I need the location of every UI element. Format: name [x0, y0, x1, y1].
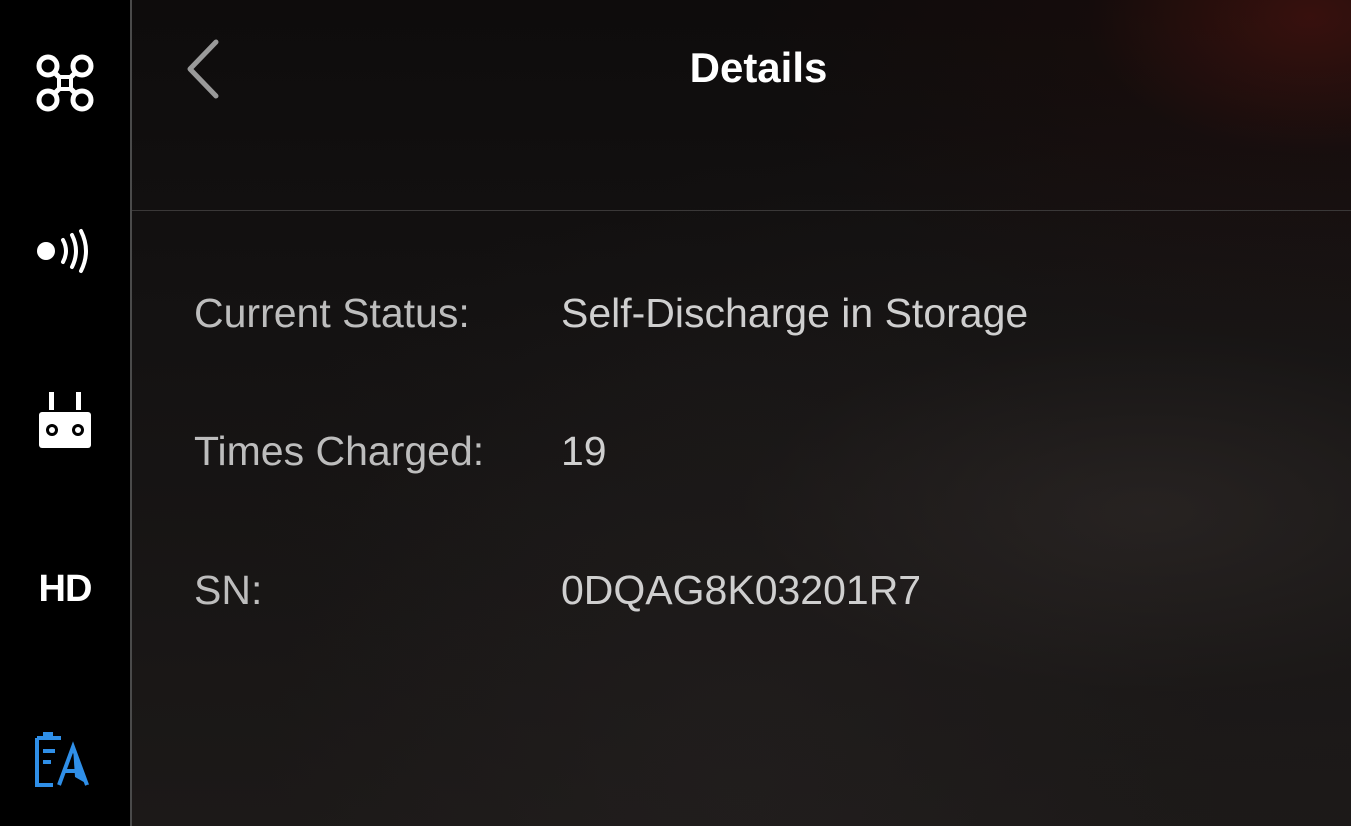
hd-video-icon: HD	[38, 567, 93, 610]
serial-number-value: 0DQAG8K03201R7	[561, 567, 922, 613]
remote-controller-icon	[39, 392, 91, 448]
sidebar-item-hd[interactable]: HD	[0, 534, 130, 644]
page-title: Details	[689, 44, 828, 91]
detail-row-current-status: Current Status: Self-Discharge in Storag…	[194, 290, 1194, 350]
sidebar-item-battery[interactable]	[0, 704, 130, 814]
current-status-value: Self-Discharge in Storage	[561, 290, 1029, 336]
current-status-label: Current Status:	[194, 290, 470, 336]
sidebar-item-aircraft[interactable]	[0, 28, 130, 138]
times-charged-label: Times Charged:	[194, 428, 485, 474]
detail-row-times-charged: Times Charged: 19	[194, 428, 1194, 488]
sidebar-item-signal[interactable]	[0, 196, 130, 306]
times-charged-value: 19	[561, 428, 607, 474]
sidebar-item-remote-controller[interactable]	[0, 366, 130, 476]
header-bar: Details	[132, 0, 1351, 211]
app-window: HD Details Current Status: Self-Discharg…	[0, 0, 1351, 826]
sidebar: HD	[0, 0, 132, 826]
serial-number-label: SN:	[194, 567, 263, 613]
battery-icon	[35, 732, 89, 787]
detail-row-serial-number: SN: 0DQAG8K03201R7	[194, 567, 1194, 627]
signal-broadcast-icon	[37, 229, 88, 273]
drone-icon	[36, 54, 94, 112]
